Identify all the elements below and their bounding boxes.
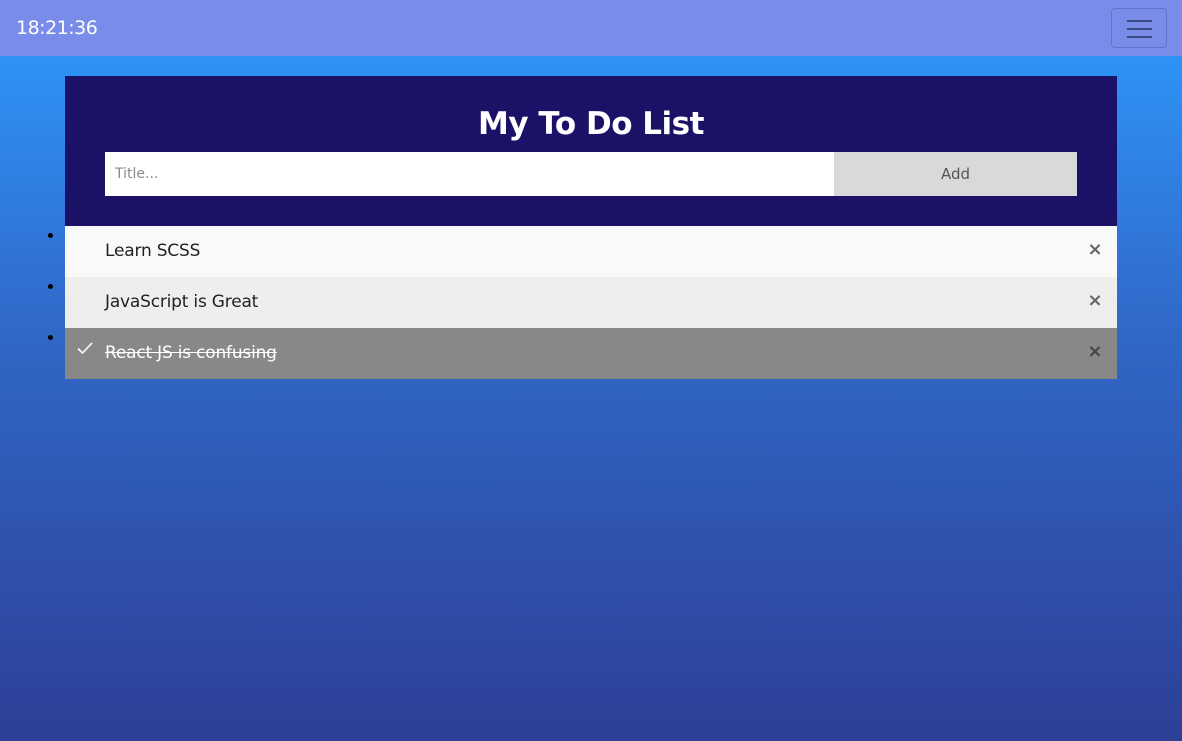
check-icon — [77, 342, 93, 355]
add-button[interactable]: Add — [834, 152, 1077, 196]
hamburger-menu-icon — [1127, 20, 1152, 22]
todo-item[interactable]: JavaScript is Great × — [65, 277, 1117, 328]
top-navbar: 18:21:36 — [0, 0, 1182, 56]
todo-item-label: JavaScript is Great — [105, 292, 259, 312]
page-title: My To Do List — [478, 106, 704, 142]
todo-item-label: React JS is confusing — [105, 343, 277, 363]
close-icon[interactable]: × — [1087, 292, 1103, 310]
close-icon[interactable]: × — [1087, 343, 1103, 361]
todo-item[interactable]: Learn SCSS × — [65, 226, 1117, 277]
todo-item-checked[interactable]: React JS is confusing × — [65, 328, 1117, 379]
close-icon[interactable]: × — [1087, 241, 1103, 259]
title-input[interactable] — [105, 152, 834, 196]
todo-header: My To Do List Add — [65, 76, 1117, 226]
todo-item-label: Learn SCSS — [105, 241, 201, 261]
clock-display: 18:21:36 — [16, 17, 98, 39]
todo-list: Learn SCSS × JavaScript is Great × React… — [65, 226, 1117, 379]
menu-toggle-button[interactable] — [1111, 8, 1167, 48]
